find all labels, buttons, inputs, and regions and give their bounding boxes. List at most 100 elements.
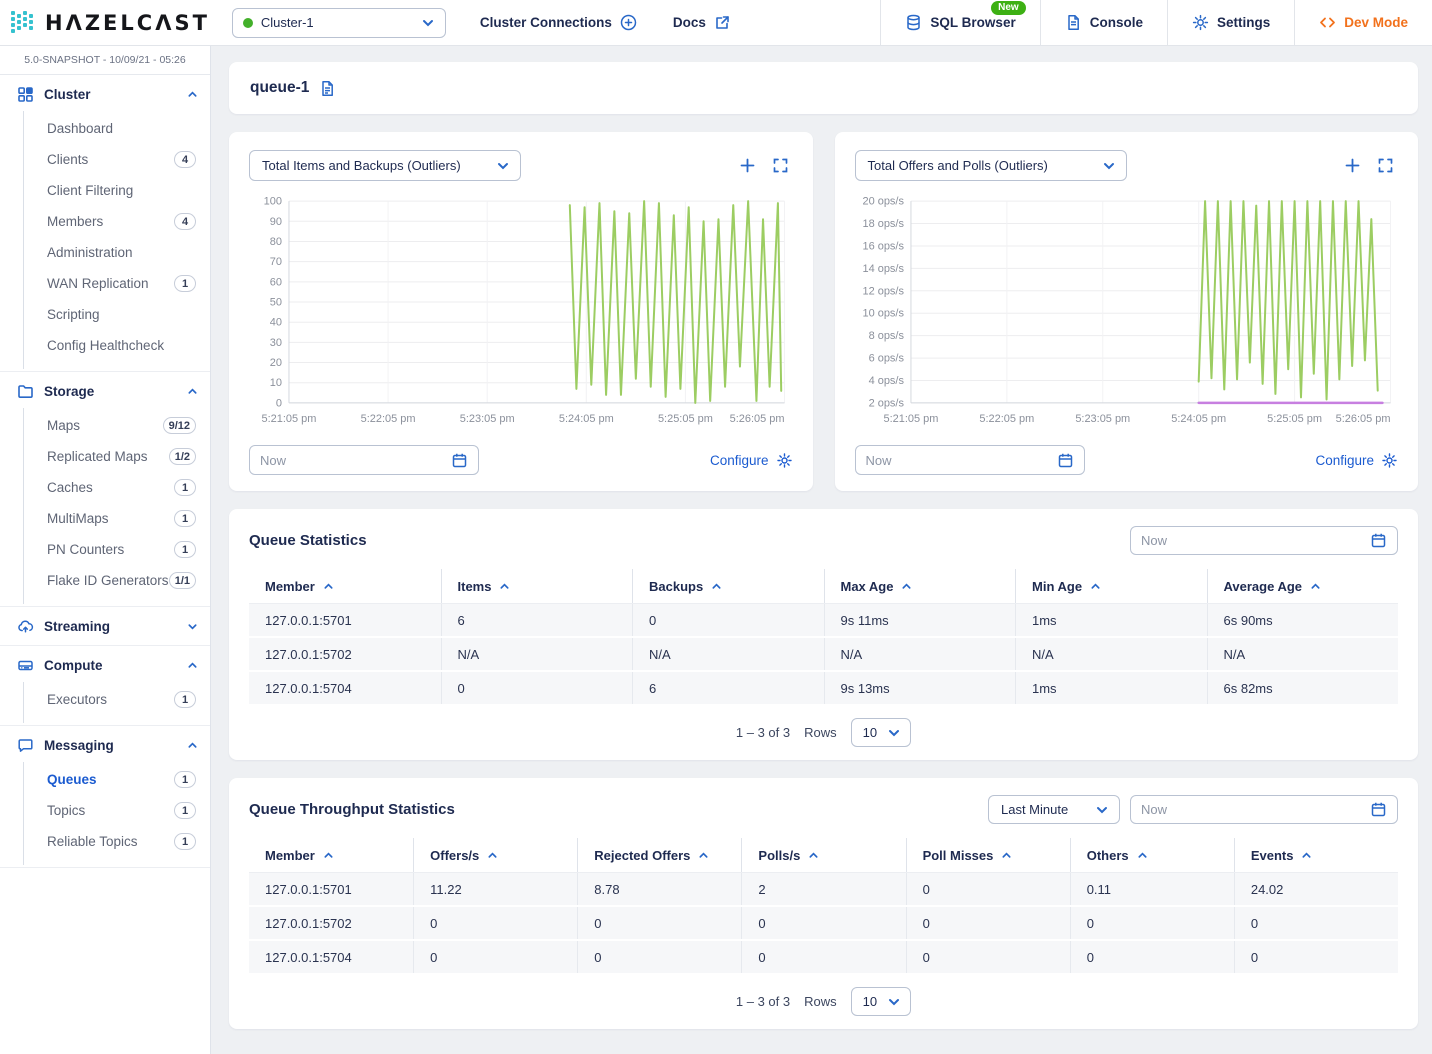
table-row[interactable]: 127.0.0.1:5704000000 bbox=[249, 941, 1398, 975]
chevron-up-icon bbox=[187, 660, 198, 671]
sidebar-item-clients[interactable]: Clients4 bbox=[24, 144, 210, 175]
svg-text:20: 20 bbox=[270, 357, 282, 369]
table-row[interactable]: 127.0.0.1:5704069s 13ms1ms6s 82ms bbox=[249, 672, 1398, 706]
sidebar-item-label: Replicated Maps bbox=[47, 449, 169, 464]
page-header-card: queue-1 bbox=[229, 62, 1418, 114]
column-header-events[interactable]: Events bbox=[1234, 838, 1398, 872]
sort-caret-icon bbox=[711, 581, 722, 592]
fullscreen-icon[interactable] bbox=[772, 157, 789, 174]
svg-text:10: 10 bbox=[270, 377, 282, 389]
queue-throughput-card: Queue Throughput Statistics Last Minute … bbox=[229, 778, 1418, 1029]
queue-doc-icon[interactable] bbox=[319, 80, 336, 97]
docs-link[interactable]: Docs bbox=[673, 14, 731, 31]
configure-link[interactable]: Configure bbox=[710, 452, 793, 469]
dev-mode-button[interactable]: Dev Mode bbox=[1294, 0, 1432, 46]
sidebar-item-wan-replication[interactable]: WAN Replication1 bbox=[24, 268, 210, 299]
sidebar-item-queues[interactable]: Queues1 bbox=[24, 764, 210, 795]
table-row[interactable]: 127.0.0.1:5702N/AN/AN/AN/AN/A bbox=[249, 638, 1398, 672]
chevron-down-icon bbox=[187, 621, 198, 632]
sort-caret-icon bbox=[808, 850, 819, 861]
column-header-backups[interactable]: Backups bbox=[632, 569, 824, 603]
table-cell: 24.02 bbox=[1234, 873, 1398, 905]
column-header-min-age[interactable]: Min Age bbox=[1015, 569, 1207, 603]
sidebar-section-header-messaging[interactable]: Messaging bbox=[0, 728, 210, 762]
table-row[interactable]: 127.0.0.1:570111.228.78200.1124.02 bbox=[249, 872, 1398, 907]
configure-link[interactable]: Configure bbox=[1315, 452, 1398, 469]
sidebar-item-members[interactable]: Members4 bbox=[24, 206, 210, 237]
time-picker-offers-polls[interactable]: Now bbox=[855, 445, 1085, 475]
sidebar-items-cluster: DashboardClients4Client FilteringMembers… bbox=[23, 111, 210, 369]
sql-browser-button[interactable]: New SQL Browser bbox=[880, 0, 1039, 46]
sidebar-section-header-compute[interactable]: Compute bbox=[0, 648, 210, 682]
sidebar-item-config-healthcheck[interactable]: Config Healthcheck bbox=[24, 330, 210, 361]
add-chart-icon[interactable] bbox=[1344, 157, 1361, 174]
sort-caret-icon bbox=[1090, 581, 1101, 592]
sidebar-item-caches[interactable]: Caches1 bbox=[24, 472, 210, 503]
table-cell: 0 bbox=[1234, 941, 1398, 973]
sidebar-item-scripting[interactable]: Scripting bbox=[24, 299, 210, 330]
count-badge: 4 bbox=[174, 151, 196, 168]
column-header-average-age[interactable]: Average Age bbox=[1207, 569, 1399, 603]
table-row[interactable]: 127.0.0.1:5701609s 11ms1ms6s 90ms bbox=[249, 603, 1398, 638]
metric-select-offers-polls[interactable]: Total Offers and Polls (Outliers) bbox=[855, 150, 1127, 181]
count-badge: 1 bbox=[174, 771, 196, 788]
table-cell: 0 bbox=[741, 907, 905, 939]
sidebar-item-pn-counters[interactable]: PN Counters1 bbox=[24, 534, 210, 565]
rows-per-page-select[interactable]: 10 bbox=[851, 718, 911, 747]
console-button[interactable]: Console bbox=[1040, 0, 1167, 46]
sidebar-item-maps[interactable]: Maps9/12 bbox=[24, 410, 210, 441]
table-cell: 6 bbox=[441, 604, 633, 636]
column-header-label: Backups bbox=[649, 579, 703, 594]
sidebar-item-reliable-topics[interactable]: Reliable Topics1 bbox=[24, 826, 210, 857]
sidebar-item-client-filtering[interactable]: Client Filtering bbox=[24, 175, 210, 206]
metric-select-items-backups[interactable]: Total Items and Backups (Outliers) bbox=[249, 150, 521, 181]
offers-polls-chart-card: Total Offers and Polls (Outliers) 2 ops/… bbox=[835, 132, 1419, 491]
gear-icon bbox=[776, 452, 793, 469]
compute-drive-icon bbox=[17, 657, 34, 674]
add-chart-icon[interactable] bbox=[739, 157, 756, 174]
main-content: queue-1 Total Items and Backups (Outlier… bbox=[212, 46, 1432, 1054]
sidebar-item-label: Reliable Topics bbox=[47, 834, 174, 849]
column-header-others[interactable]: Others bbox=[1070, 838, 1234, 872]
settings-button[interactable]: Settings bbox=[1167, 0, 1294, 46]
page-title: queue-1 bbox=[250, 79, 309, 97]
sidebar-item-replicated-maps[interactable]: Replicated Maps1/2 bbox=[24, 441, 210, 472]
table-body: 127.0.0.1:570111.228.78200.1124.02127.0.… bbox=[249, 872, 1398, 975]
column-header-polls-s[interactable]: Polls/s bbox=[741, 838, 905, 872]
fullscreen-icon[interactable] bbox=[1377, 157, 1394, 174]
sidebar-item-label: Queues bbox=[47, 772, 174, 787]
table-row[interactable]: 127.0.0.1:5702000000 bbox=[249, 907, 1398, 941]
sidebar-item-flake-id-generators[interactable]: Flake ID Generators1/1 bbox=[24, 565, 210, 596]
cluster-select-value: Cluster-1 bbox=[261, 15, 413, 30]
sidebar-item-executors[interactable]: Executors1 bbox=[24, 684, 210, 715]
column-header-member[interactable]: Member bbox=[249, 838, 413, 872]
column-header-max-age[interactable]: Max Age bbox=[824, 569, 1016, 603]
column-header-rejected-offers[interactable]: Rejected Offers bbox=[577, 838, 741, 872]
sidebar-section-header-cluster[interactable]: Cluster bbox=[0, 77, 210, 111]
cluster-connections-link[interactable]: Cluster Connections bbox=[480, 14, 637, 31]
period-select[interactable]: Last Minute bbox=[988, 795, 1120, 824]
table-cell: N/A bbox=[1015, 638, 1207, 670]
queue-throughput-time-picker[interactable]: Now bbox=[1130, 795, 1398, 824]
table-cell: 127.0.0.1:5704 bbox=[249, 941, 413, 973]
chevron-up-icon bbox=[187, 386, 198, 397]
sidebar-section-label: Compute bbox=[44, 658, 177, 673]
column-header-poll-misses[interactable]: Poll Misses bbox=[906, 838, 1070, 872]
sidebar-item-topics[interactable]: Topics1 bbox=[24, 795, 210, 826]
svg-text:40: 40 bbox=[270, 317, 282, 329]
sidebar-item-multimaps[interactable]: MultiMaps1 bbox=[24, 503, 210, 534]
sidebar-section-header-storage[interactable]: Storage bbox=[0, 374, 210, 408]
sidebar-item-dashboard[interactable]: Dashboard bbox=[24, 113, 210, 144]
sidebar-section-header-streaming[interactable]: Streaming bbox=[0, 609, 210, 643]
column-header-items[interactable]: Items bbox=[441, 569, 633, 603]
configure-label: Configure bbox=[710, 453, 769, 468]
column-header-member[interactable]: Member bbox=[249, 569, 441, 603]
queue-statistics-time-picker[interactable]: Now bbox=[1130, 526, 1398, 555]
column-header-label: Polls/s bbox=[758, 848, 800, 863]
time-picker-items-backups[interactable]: Now bbox=[249, 445, 479, 475]
column-header-offers-s[interactable]: Offers/s bbox=[413, 838, 577, 872]
sidebar-item-administration[interactable]: Administration bbox=[24, 237, 210, 268]
calendar-icon bbox=[1370, 801, 1387, 818]
rows-per-page-select[interactable]: 10 bbox=[851, 987, 911, 1016]
cluster-select[interactable]: Cluster-1 bbox=[232, 8, 446, 38]
